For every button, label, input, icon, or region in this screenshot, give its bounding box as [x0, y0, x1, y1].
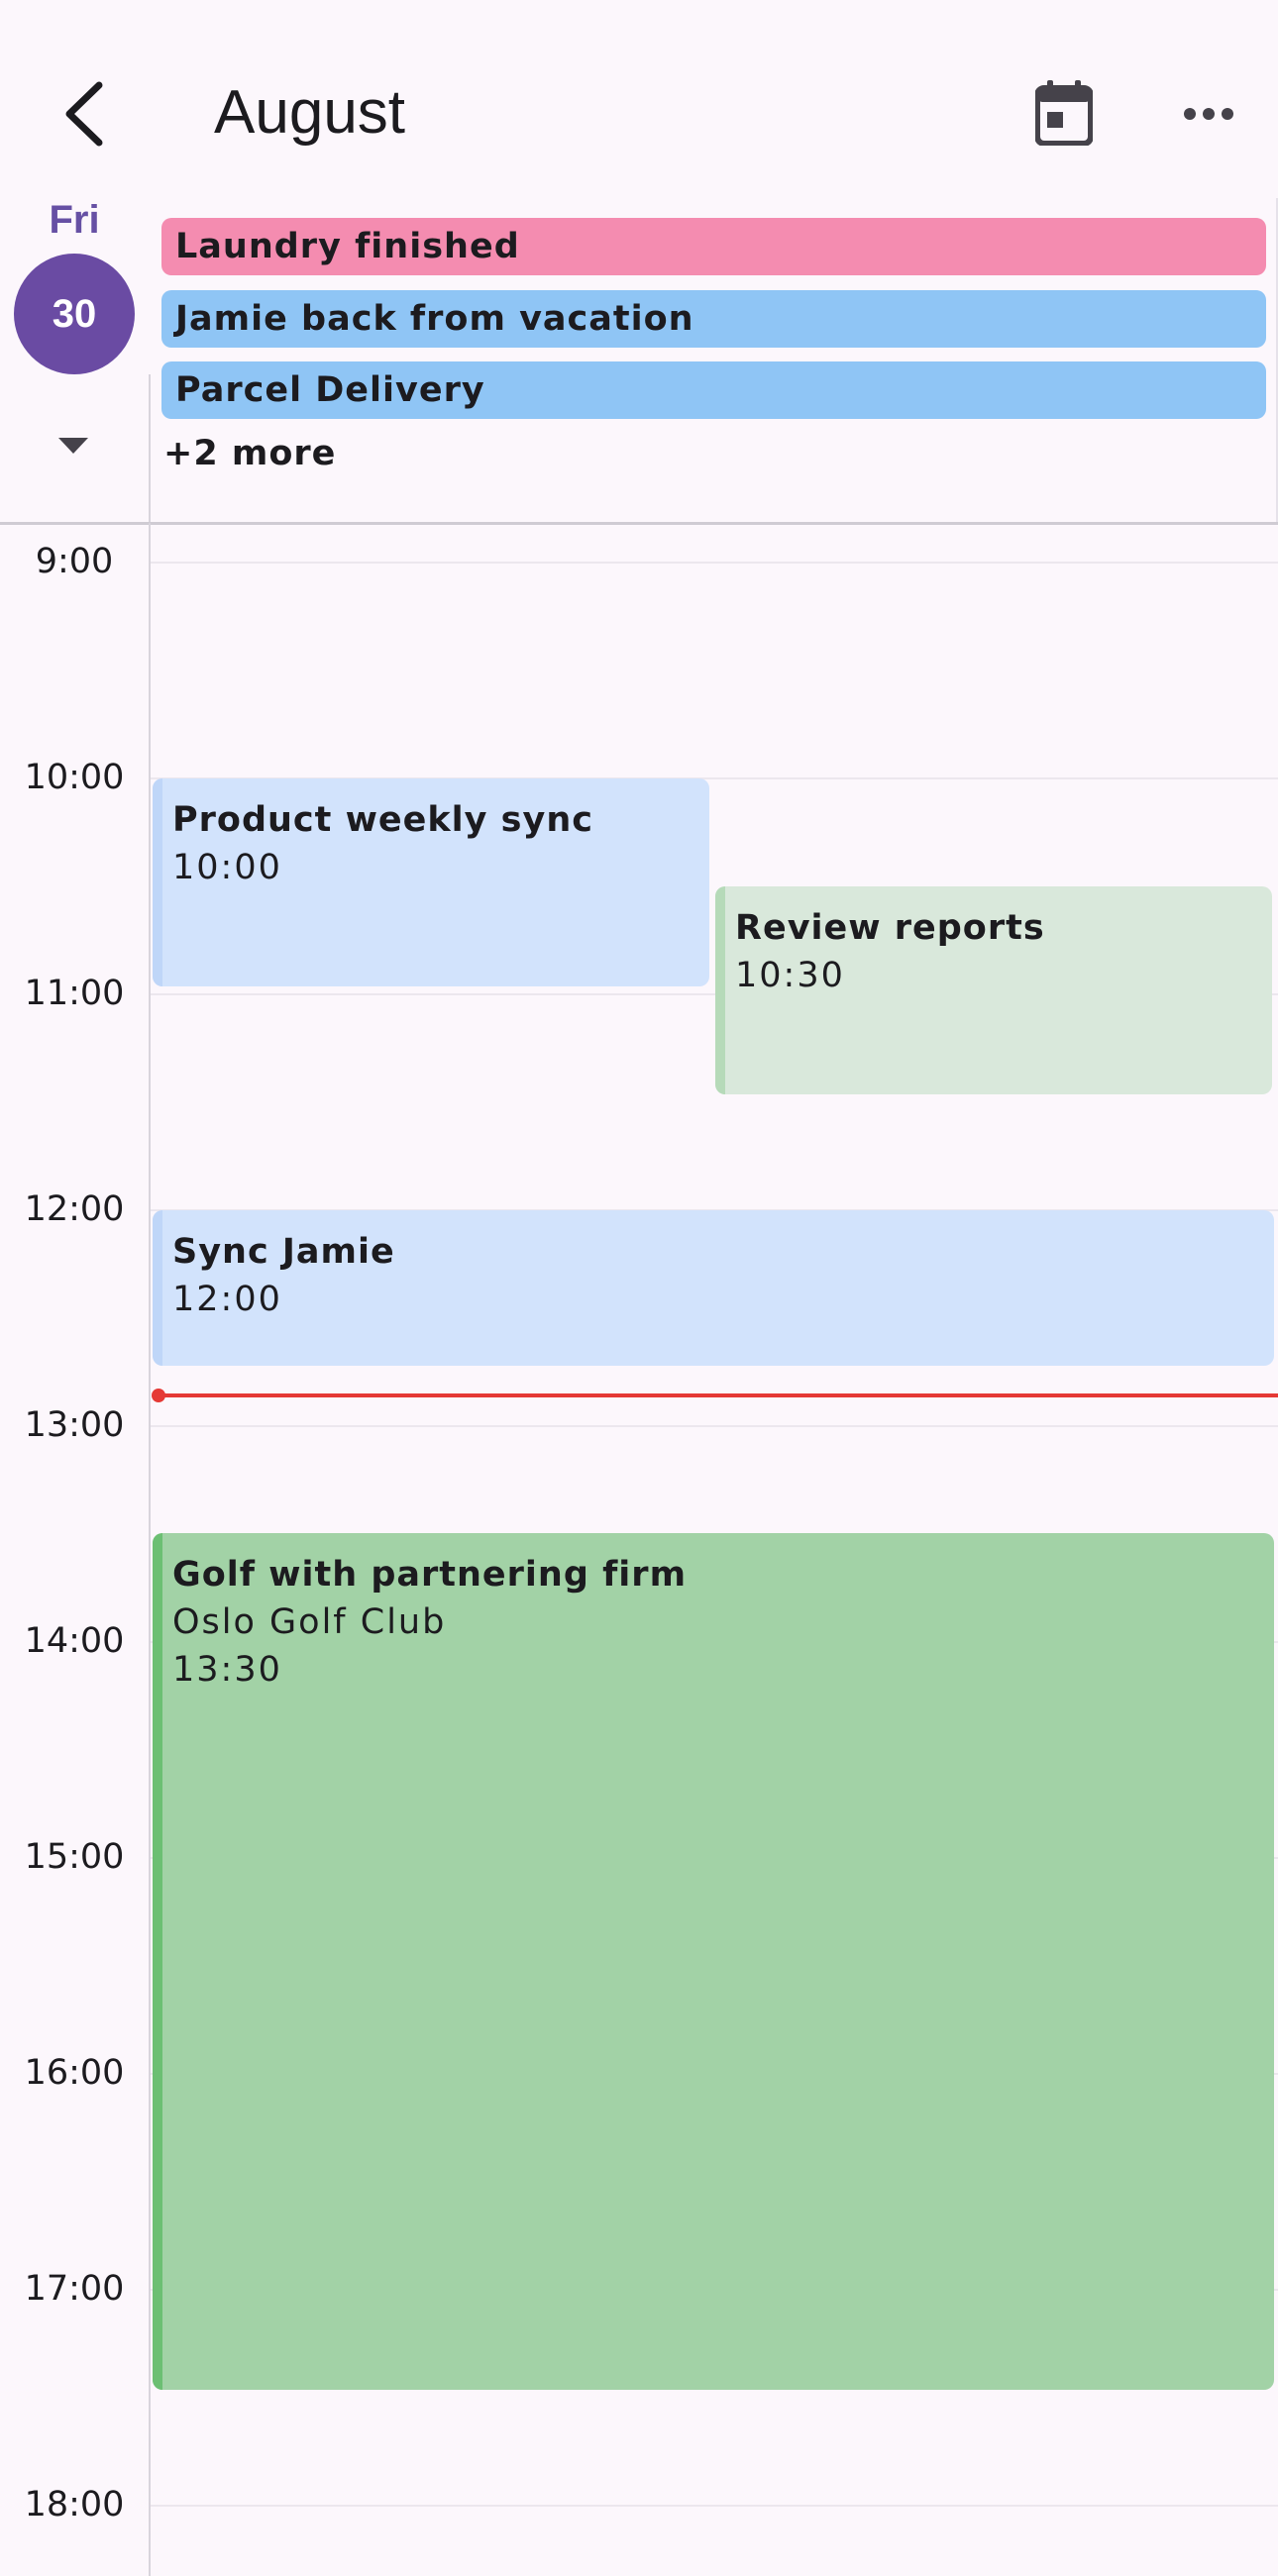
event-time: 12:00	[172, 1280, 282, 1319]
page-title: August	[214, 78, 406, 147]
event-card[interactable]: Review reports 10:30	[715, 886, 1272, 1094]
event-card[interactable]: Golf with partnering firm Oslo Golf Club…	[153, 1533, 1274, 2390]
event-accent-bar	[153, 1533, 162, 2390]
hour-label: 15:00	[24, 1837, 125, 1877]
today-button[interactable]	[1030, 73, 1098, 153]
hour-gridline	[151, 2505, 1278, 2507]
event-time: 13:30	[172, 1650, 282, 1690]
hour-label: 18:00	[24, 2485, 125, 2524]
weekday-label: Fri	[49, 198, 100, 242]
event-card[interactable]: Sync Jamie 12:00	[153, 1210, 1274, 1366]
hour-label: 12:00	[24, 1189, 125, 1229]
more-events-link[interactable]: +2 more	[163, 434, 336, 473]
top-app-bar: August	[0, 0, 1278, 198]
hour-gridline	[151, 562, 1278, 564]
column-divider	[149, 374, 151, 523]
hour-label: 9:00	[35, 542, 114, 581]
hour-label: 14:00	[24, 1621, 125, 1661]
date-badge[interactable]: 30	[14, 254, 135, 374]
event-accent-bar	[153, 1210, 162, 1366]
event-title: Sync Jamie	[172, 1232, 395, 1272]
event-location: Oslo Golf Club	[172, 1602, 447, 1642]
hour-label: 17:00	[24, 2269, 125, 2309]
more-horizontal-icon	[1184, 108, 1233, 120]
expand-all-day-button[interactable]	[44, 426, 103, 465]
hour-label: 16:00	[24, 2053, 125, 2093]
time-column-divider	[149, 523, 151, 2576]
back-button[interactable]	[50, 69, 119, 158]
hour-label: 13:00	[24, 1405, 125, 1445]
chevron-left-icon	[65, 81, 103, 147]
event-title: Product weekly sync	[172, 800, 593, 840]
hour-label: 10:00	[24, 758, 125, 797]
hour-gridline	[151, 1425, 1278, 1427]
hour-label: 11:00	[24, 974, 125, 1013]
all-day-event[interactable]: Laundry finished	[161, 218, 1266, 275]
current-time-indicator	[160, 1393, 1278, 1397]
caret-down-icon	[58, 438, 88, 454]
event-accent-bar	[715, 886, 725, 1094]
current-time-dot	[152, 1389, 165, 1402]
more-options-button[interactable]	[1174, 79, 1243, 149]
all-day-event[interactable]: Parcel Delivery	[161, 361, 1266, 419]
event-accent-bar	[153, 778, 162, 986]
event-title: Review reports	[735, 908, 1045, 948]
calendar-today-icon	[1035, 80, 1093, 146]
header-divider	[0, 522, 1278, 525]
all-day-event[interactable]: Jamie back from vacation	[161, 290, 1266, 348]
event-card[interactable]: Product weekly sync 10:00	[153, 778, 709, 986]
event-time: 10:30	[735, 956, 845, 995]
event-time: 10:00	[172, 848, 282, 887]
event-title: Golf with partnering firm	[172, 1555, 688, 1595]
